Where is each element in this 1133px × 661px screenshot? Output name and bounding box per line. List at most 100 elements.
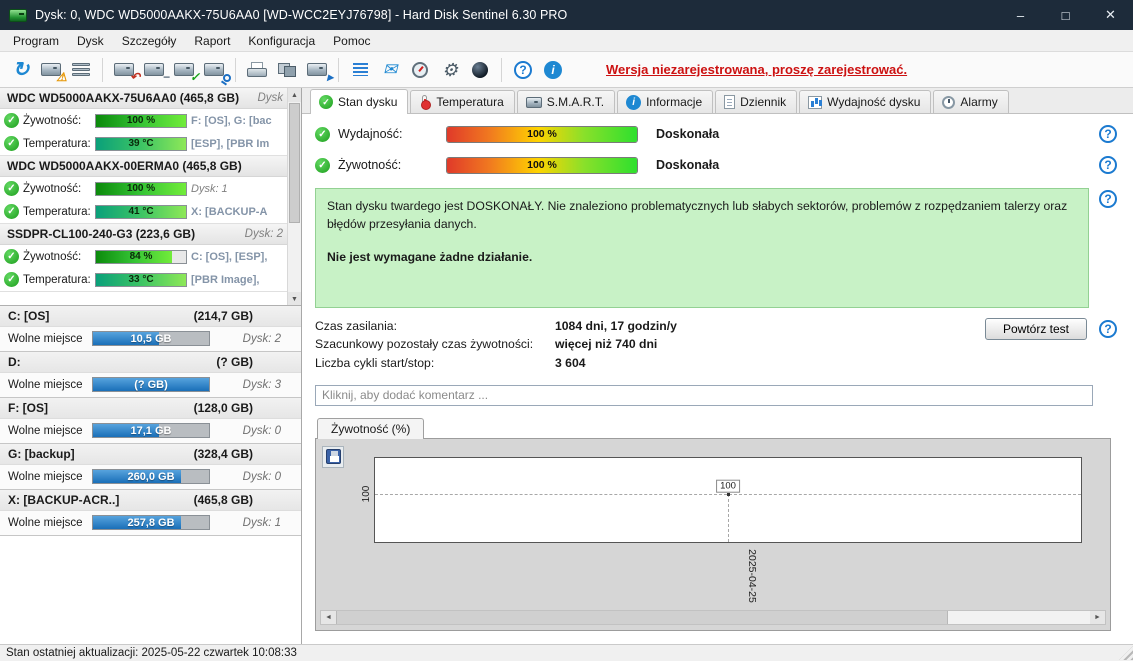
menu-pomoc[interactable]: Pomoc bbox=[324, 31, 379, 51]
scrollbar-thumb[interactable] bbox=[336, 611, 948, 624]
health-chart-panel: 100 100 2025-04-25 ◄ ► bbox=[315, 438, 1111, 631]
disk-warning-button[interactable]: ⚠ bbox=[36, 55, 66, 85]
disk-list-button[interactable] bbox=[66, 55, 96, 85]
scroll-up-icon[interactable]: ▲ bbox=[288, 88, 301, 102]
disk-volumes: [ESP], [PBR Im bbox=[191, 138, 285, 150]
scroll-left-icon[interactable]: ◄ bbox=[321, 611, 336, 624]
partition-name: D: bbox=[8, 355, 21, 369]
free-space-label: Wolne miejsce bbox=[8, 425, 86, 437]
performance-help-icon[interactable]: ? bbox=[1099, 125, 1117, 143]
disk-entry-2[interactable]: SSDPR-CL100-240-G3 (223,6 GB)Dysk: 2 ✓ Ż… bbox=[0, 224, 301, 292]
refresh-button[interactable]: ↻ bbox=[6, 55, 36, 85]
disk-status-panel: ✓ Wydajność: 100 % Doskonała ? ✓ Żywotno… bbox=[302, 114, 1133, 644]
report-button[interactable] bbox=[345, 55, 375, 85]
disk-search-button[interactable] bbox=[199, 55, 229, 85]
partition-entry-c[interactable]: C: [OS](214,7 GB) Wolne miejsce 10,5 GB … bbox=[0, 306, 301, 352]
tab-stan-dysku[interactable]: ✓Stan dysku bbox=[310, 89, 408, 114]
menu-szczegoly[interactable]: Szczegóły bbox=[113, 31, 186, 51]
toolbar-separator bbox=[235, 58, 236, 82]
performance-rating: Doskonała bbox=[656, 127, 719, 141]
health-summary-box: Stan dysku twardego jest DOSKONAŁY. Nie … bbox=[315, 188, 1089, 308]
tab-dziennik[interactable]: Dziennik bbox=[715, 90, 797, 113]
help-button[interactable]: ? bbox=[508, 55, 538, 85]
free-space-bar: 17,1 GB bbox=[92, 423, 210, 438]
performance-button[interactable] bbox=[405, 55, 435, 85]
menu-konfiguracja[interactable]: Konfiguracja bbox=[239, 31, 324, 51]
partition-entry-x[interactable]: X: [BACKUP-ACR..](465,8 GB) Wolne miejsc… bbox=[0, 490, 301, 536]
mail-icon: ✉ bbox=[383, 61, 397, 78]
info-icon: i bbox=[544, 61, 562, 79]
partition-entry-g[interactable]: G: [backup](328,4 GB) Wolne miejsce 260,… bbox=[0, 444, 301, 490]
menu-raport[interactable]: Raport bbox=[185, 31, 239, 51]
disk-entry-0[interactable]: WDC WD5000AAKX-75U6AA0 (465,8 GB)Dysk ✓ … bbox=[0, 88, 301, 156]
settings-button[interactable]: ⚙ bbox=[435, 55, 465, 85]
menu-dysk[interactable]: Dysk bbox=[68, 31, 113, 51]
disk-undo-button[interactable]: ↶ bbox=[109, 55, 139, 85]
stat-label: Liczba cykli start/stop: bbox=[315, 355, 555, 372]
temp-ok-icon: ✓ bbox=[4, 204, 19, 219]
health-ok-icon: ✓ bbox=[315, 158, 330, 173]
scroll-down-icon[interactable]: ▼ bbox=[288, 292, 301, 306]
disk-volumes: [PBR Image], bbox=[191, 274, 285, 286]
partition-disk-number: Dysk: 0 bbox=[243, 471, 291, 483]
partition-size: (128,0 GB) bbox=[194, 401, 293, 415]
minimize-button[interactable]: – bbox=[998, 0, 1043, 30]
scrollbar-thumb[interactable] bbox=[289, 103, 300, 223]
close-button[interactable]: ✕ bbox=[1088, 0, 1133, 30]
tab-smart[interactable]: S.M.A.R.T. bbox=[517, 90, 615, 113]
performance-label: Wydajność: bbox=[338, 127, 438, 141]
comment-input[interactable] bbox=[315, 385, 1093, 406]
stat-value: 1084 dni, 17 godzin/y bbox=[555, 318, 677, 335]
health-help-icon[interactable]: ? bbox=[1099, 156, 1117, 174]
document-icon bbox=[724, 95, 735, 109]
disk-accept-button[interactable]: ✓ bbox=[169, 55, 199, 85]
hardware-button[interactable] bbox=[272, 55, 302, 85]
tab-temperatura[interactable]: Temperatura bbox=[410, 90, 514, 113]
free-space-label: Wolne miejsce bbox=[8, 471, 86, 483]
tab-wydajnosc-dysku[interactable]: Wydajność dysku bbox=[799, 90, 931, 113]
retest-button[interactable]: Powtórz test bbox=[985, 318, 1087, 340]
unregistered-warning-link[interactable]: Wersja niezarejestrowana, proszę zarejes… bbox=[606, 62, 907, 77]
device-button[interactable]: ▸ bbox=[302, 55, 332, 85]
retest-help-icon[interactable]: ? bbox=[1099, 320, 1117, 338]
health-ok-icon: ✓ bbox=[4, 181, 19, 196]
network-button[interactable] bbox=[465, 55, 495, 85]
temp-bar: 39 °C bbox=[95, 137, 187, 151]
print-button[interactable] bbox=[242, 55, 272, 85]
performance-ok-icon: ✓ bbox=[315, 127, 330, 142]
send-mail-button[interactable]: ✉ bbox=[375, 55, 405, 85]
disk-list: WDC WD5000AAKX-75U6AA0 (465,8 GB)Dysk ✓ … bbox=[0, 88, 301, 306]
partition-size: (? GB) bbox=[216, 355, 293, 369]
disk-title: WDC WD5000AAKX-75U6AA0 (465,8 GB) bbox=[7, 91, 239, 105]
maximize-button[interactable]: □ bbox=[1043, 0, 1088, 30]
toolbar: ↻ ⚠ ↶ − ✓ ▸ ✉ ⚙ ? i Wersja niezarejestro… bbox=[0, 52, 1133, 88]
partition-name: G: [backup] bbox=[8, 447, 75, 461]
partition-entry-d[interactable]: D:(? GB) Wolne miejsce (? GB) Dysk: 3 bbox=[0, 352, 301, 398]
disk-sidebar: WDC WD5000AAKX-75U6AA0 (465,8 GB)Dysk ✓ … bbox=[0, 88, 302, 644]
disk-icon bbox=[526, 97, 542, 108]
partition-entry-f[interactable]: F: [OS](128,0 GB) Wolne miejsce 17,1 GB … bbox=[0, 398, 301, 444]
free-space-bar: 10,5 GB bbox=[92, 331, 210, 346]
scroll-right-icon[interactable]: ► bbox=[1090, 611, 1105, 624]
save-chart-button[interactable] bbox=[322, 446, 344, 468]
disk-entry-1[interactable]: WDC WD5000AAKX-00ERMA0 (465,8 GB) ✓ Żywo… bbox=[0, 156, 301, 224]
chart-tab-zywotnosc[interactable]: Żywotność (%) bbox=[317, 418, 424, 439]
about-button[interactable]: i bbox=[538, 55, 568, 85]
tab-alarmy[interactable]: Alarmy bbox=[933, 90, 1008, 113]
menu-program[interactable]: Program bbox=[4, 31, 68, 51]
summary-help-icon[interactable]: ? bbox=[1099, 190, 1117, 208]
tab-informacje[interactable]: iInformacje bbox=[617, 90, 713, 113]
disk-list-scrollbar[interactable]: ▲ ▼ bbox=[287, 88, 301, 306]
summary-action: Nie jest wymagane żadne działanie. bbox=[327, 249, 1077, 267]
device-icon: ▸ bbox=[307, 63, 327, 76]
printer-icon bbox=[247, 62, 267, 77]
chart-scrollbar[interactable]: ◄ ► bbox=[320, 610, 1106, 625]
disk-remove-button[interactable]: − bbox=[139, 55, 169, 85]
health-bar: 100 % bbox=[95, 182, 187, 196]
partition-disk-number: Dysk: 2 bbox=[243, 333, 291, 345]
health-bar: 100 % bbox=[95, 114, 187, 128]
health-ok-icon: ✓ bbox=[4, 249, 19, 264]
resize-grip[interactable] bbox=[1119, 646, 1133, 660]
tab-label: Informacje bbox=[646, 95, 702, 109]
partition-disk-number: Dysk: 0 bbox=[243, 425, 291, 437]
